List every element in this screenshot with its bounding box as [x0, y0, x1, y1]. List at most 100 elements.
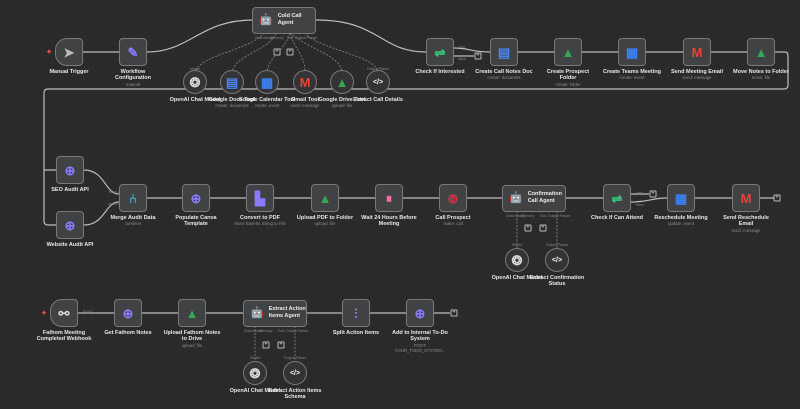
- node-pdf[interactable]: ▙: [246, 184, 274, 212]
- node-label-text: Call Prospect: [435, 215, 471, 221]
- node-subtitle: move: file: [751, 75, 771, 81]
- node-label-text: Workflow Configuration: [114, 69, 152, 82]
- add-node-button[interactable]: +: [524, 224, 532, 232]
- add-node-button[interactable]: +: [262, 341, 270, 349]
- robot-icon: 🤖: [259, 13, 273, 26]
- node-label: Merge Audit Data combine: [103, 215, 163, 227]
- node-label-text: Upload PDF to Folder: [296, 215, 354, 221]
- node-call[interactable]: ⊚: [439, 184, 467, 212]
- node-openai2[interactable]: ❂: [505, 248, 529, 272]
- node-schema[interactable]: </>: [283, 361, 307, 385]
- port-label-output-parser: Output Parser: [283, 356, 307, 360]
- node-label-text: Split Action Items: [332, 330, 380, 336]
- node-actionagent[interactable]: 🤖 Extract Action Items Agent: [243, 299, 307, 327]
- node-checkattend[interactable]: ⇌: [603, 184, 631, 212]
- node-web[interactable]: ⊕: [56, 211, 84, 239]
- node-label: Check If Can Attend: [587, 215, 647, 221]
- node-sendmail[interactable]: M: [683, 38, 711, 66]
- google-docs-icon: ▤: [497, 44, 511, 60]
- node-fathom[interactable]: ⚯: [50, 299, 78, 327]
- node-getnotes[interactable]: ⊕: [114, 299, 142, 327]
- node-move[interactable]: ▲: [747, 38, 775, 66]
- node-notesdoc[interactable]: ▤: [490, 38, 518, 66]
- trigger-marker-icon: ✦: [45, 47, 53, 57]
- openai-icon: ❂: [189, 74, 201, 90]
- node-label: Reschedule Meeting update: event: [651, 215, 711, 227]
- node-canva[interactable]: ⊕: [182, 184, 210, 212]
- node-gmail[interactable]: M: [293, 70, 317, 94]
- google-drive-icon: ▲: [561, 44, 575, 60]
- if-icon: ⇌: [611, 190, 623, 206]
- add-node-button[interactable]: +: [649, 190, 657, 198]
- node-label-text: Add to Internal To-Do System: [392, 330, 448, 343]
- node-todo[interactable]: ⊕: [406, 299, 434, 327]
- globe-icon: ⊕: [414, 305, 426, 321]
- node-label-text: Create Prospect Folder: [546, 69, 590, 82]
- merge-icon: ⑃: [129, 190, 137, 206]
- pencil-icon: ✎: [127, 44, 139, 60]
- robot-icon: 🤖: [250, 306, 264, 319]
- node-title: Confirmation Call Agent: [527, 191, 562, 204]
- add-node-button[interactable]: +: [539, 224, 547, 232]
- node-merge[interactable]: ⑃: [119, 184, 147, 212]
- node-subtitle: upload: file: [314, 221, 336, 227]
- node-subtitle: combine: [124, 221, 142, 227]
- add-node-button[interactable]: +: [474, 52, 482, 60]
- node-openai1[interactable]: ❂: [183, 70, 207, 94]
- port-label-post: POST: [83, 310, 93, 314]
- node-openai3[interactable]: ❂: [243, 361, 267, 385]
- gmail-icon: M: [740, 190, 752, 206]
- add-node-button[interactable]: +: [450, 309, 458, 317]
- node-label-text: Extract Confirmation Status: [529, 275, 585, 288]
- node-wait[interactable]: ⏸: [375, 184, 403, 212]
- node-coldagent[interactable]: 🤖 Cold Call Agent: [252, 6, 316, 34]
- add-node-button[interactable]: +: [286, 48, 294, 56]
- node-label-text: Get Fathom Notes: [104, 330, 152, 336]
- webhook-icon: ⚯: [58, 305, 70, 321]
- port-label-output-parser: Output Parser: [547, 214, 571, 218]
- node-label-text: Move Notes to Folder: [733, 69, 789, 75]
- node-confagent[interactable]: 🤖 Confirmation Call Agent: [502, 184, 566, 212]
- node-config[interactable]: ✎: [119, 38, 147, 66]
- node-extract2[interactable]: </>: [545, 248, 569, 272]
- openai-icon: ❂: [249, 365, 261, 381]
- add-node-button[interactable]: +: [773, 194, 781, 202]
- globe-icon: ⊕: [190, 190, 202, 206]
- node-manual[interactable]: ➤: [55, 38, 83, 66]
- port-label-output-parser: Output Parser: [366, 67, 390, 71]
- add-node-button[interactable]: +: [273, 48, 281, 56]
- node-label: Populate Canva Template: [166, 215, 226, 228]
- node-split[interactable]: ⫶: [342, 299, 370, 327]
- if-icon: ⇌: [434, 44, 446, 60]
- node-label-text: SEO Audit API: [51, 187, 89, 193]
- node-uploadpdf[interactable]: ▲: [311, 184, 339, 212]
- node-folder[interactable]: ▲: [554, 38, 582, 66]
- google-drive-icon: ▲: [335, 74, 349, 90]
- pause-icon: ⏸: [385, 190, 393, 206]
- node-label-text: Check If Interested: [415, 69, 465, 75]
- node-docs[interactable]: ▤: [220, 70, 244, 94]
- node-seo[interactable]: ⊕: [56, 156, 84, 184]
- node-uploadnotes[interactable]: ▲: [178, 299, 206, 327]
- google-drive-icon: ▲: [318, 190, 332, 206]
- node-teams[interactable]: ▦: [618, 38, 646, 66]
- node-cal[interactable]: ▦: [255, 70, 279, 94]
- code-icon: </>: [289, 369, 301, 377]
- port-label-memory: Memory: [259, 329, 273, 333]
- google-docs-icon: ▤: [225, 74, 239, 90]
- openai-icon: ❂: [511, 252, 523, 268]
- node-checkint[interactable]: ⇌: [426, 38, 454, 66]
- node-subtitle: Move Base64 String to File: [234, 221, 286, 227]
- node-label: Website Audit API: [40, 242, 100, 248]
- add-node-button[interactable]: +: [277, 341, 285, 349]
- node-reschedmail[interactable]: M: [732, 184, 760, 212]
- node-drive[interactable]: ▲: [330, 70, 354, 94]
- node-subtitle: create: event: [619, 75, 645, 81]
- node-label-text: Manual Trigger: [49, 69, 89, 75]
- port-label-memory: Memory: [270, 36, 284, 40]
- node-label: Extract Action Items Schema: [265, 388, 325, 401]
- node-label: Upload PDF to Folder upload: file: [295, 215, 355, 227]
- node-extract1[interactable]: </>: [366, 70, 390, 94]
- node-resched[interactable]: ▦: [667, 184, 695, 212]
- workflow-canvas[interactable]: ➤ Manual Trigger ✦ ✎ Workflow Configuration m…: [0, 0, 800, 409]
